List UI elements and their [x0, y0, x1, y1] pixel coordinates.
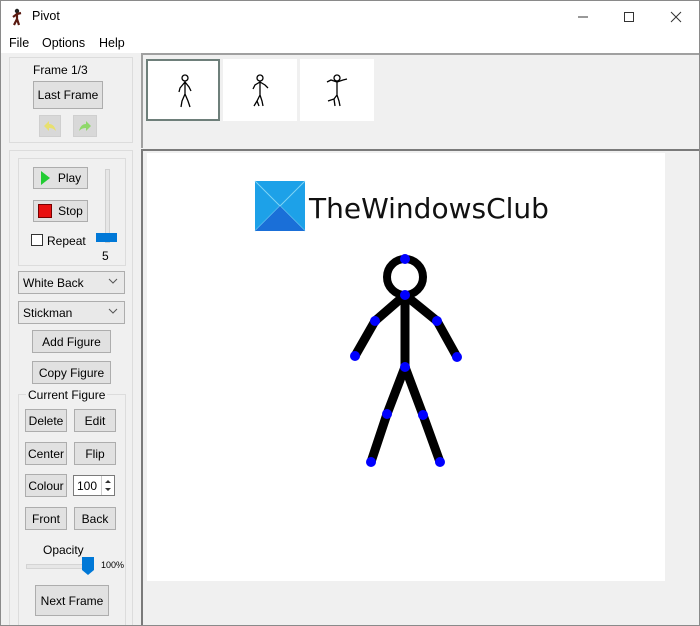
- front-button[interactable]: Front: [25, 507, 67, 530]
- current-figure-title: Current Figure: [26, 388, 108, 402]
- add-figure-button[interactable]: Add Figure: [32, 330, 111, 353]
- menu-file[interactable]: File: [9, 36, 29, 50]
- stop-label: Stop: [58, 204, 83, 218]
- window-title: Pivot: [32, 9, 60, 23]
- stage-area: TheWindowsClub: [141, 149, 699, 625]
- center-label: Center: [27, 446, 65, 461]
- repeat-label: Repeat: [47, 234, 86, 248]
- stickman-app-icon: [12, 8, 22, 26]
- canvas-drawing: TheWindowsClub: [254, 180, 549, 467]
- stickman-thumbnail-icon: [178, 74, 192, 108]
- colour-button[interactable]: Colour: [25, 474, 67, 497]
- repeat-checkbox[interactable]: [31, 234, 43, 246]
- stickman-thumbnail-icon: [252, 74, 269, 107]
- figure-type-select-value: Stickman: [23, 305, 73, 320]
- joint-handle[interactable]: [432, 316, 442, 326]
- play-label: Play: [57, 171, 82, 185]
- maximize-icon: [624, 11, 634, 22]
- redo-button[interactable]: [73, 115, 97, 137]
- size-value: 100: [77, 479, 98, 493]
- play-button[interactable]: Play: [33, 167, 88, 189]
- pivot-window: Pivot File Options Help Frame 1/3 Last F…: [0, 0, 700, 626]
- thewindowsclub-logo-icon: [254, 180, 306, 232]
- back-button[interactable]: Back: [74, 507, 116, 530]
- stop-icon: [38, 204, 53, 218]
- close-icon: [670, 11, 682, 22]
- back-label: Back: [81, 511, 109, 526]
- minimize-icon: [578, 16, 588, 17]
- frame-counter: Frame 1/3: [33, 63, 88, 77]
- minimize-button[interactable]: [560, 1, 606, 32]
- close-button[interactable]: [653, 1, 699, 32]
- background-select[interactable]: White Back: [18, 271, 125, 294]
- figure-type-select[interactable]: Stickman: [18, 301, 125, 324]
- flip-label: Flip: [85, 446, 105, 461]
- delete-button[interactable]: Delete: [25, 409, 67, 432]
- add-figure-label: Add Figure: [42, 334, 101, 349]
- stickman-figure[interactable]: [350, 254, 462, 467]
- frame-thumbnail-3[interactable]: [300, 59, 374, 121]
- opacity-value: 100%: [101, 560, 125, 570]
- joint-handle[interactable]: [452, 352, 462, 362]
- undo-arrow-icon: [44, 121, 56, 131]
- joint-handle[interactable]: [400, 290, 410, 300]
- next-frame-button[interactable]: Next Frame: [35, 585, 109, 616]
- chevron-down-icon: [108, 278, 118, 284]
- chevron-down-icon: [108, 308, 118, 314]
- last-frame-button[interactable]: Last Frame: [33, 81, 103, 109]
- stickman-thumbnail-icon: [326, 74, 348, 107]
- animation-canvas[interactable]: TheWindowsClub: [147, 153, 665, 581]
- joint-handle[interactable]: [400, 362, 410, 372]
- copy-figure-button[interactable]: Copy Figure: [32, 361, 111, 384]
- frame-thumbnail-strip: [141, 53, 699, 148]
- frame-thumbnail-2[interactable]: [223, 59, 297, 121]
- menu-bar: File Options Help: [1, 32, 699, 53]
- title-bar: Pivot: [1, 1, 699, 32]
- background-select-value: White Back: [23, 275, 84, 290]
- flip-button[interactable]: Flip: [74, 442, 116, 465]
- stop-button[interactable]: Stop: [33, 200, 88, 222]
- joint-handle[interactable]: [350, 351, 360, 361]
- redo-arrow-icon: [79, 121, 91, 131]
- delete-label: Delete: [28, 413, 64, 428]
- joint-handle[interactable]: [418, 410, 428, 420]
- next-frame-label: Next Frame: [40, 593, 104, 608]
- copy-figure-label: Copy Figure: [38, 365, 105, 380]
- frame-thumbnail-1[interactable]: [146, 59, 220, 121]
- spin-up-down-icon: [105, 480, 111, 491]
- spin-buttons[interactable]: [101, 476, 114, 495]
- maximize-button[interactable]: [606, 1, 652, 32]
- opacity-label: Opacity: [43, 543, 84, 557]
- front-label: Front: [31, 511, 60, 526]
- menu-help[interactable]: Help: [99, 36, 125, 50]
- joint-handle[interactable]: [366, 457, 376, 467]
- center-button[interactable]: Center: [25, 442, 67, 465]
- joint-handle[interactable]: [435, 457, 445, 467]
- joint-handle[interactable]: [370, 316, 380, 326]
- opacity-slider-thumb[interactable]: [82, 557, 94, 575]
- speed-slider-track[interactable]: [105, 169, 110, 243]
- play-icon: [40, 171, 50, 185]
- speed-value: 5: [102, 249, 109, 263]
- colour-label: Colour: [28, 478, 64, 493]
- menu-options[interactable]: Options: [42, 36, 85, 50]
- undo-button[interactable]: [39, 115, 61, 137]
- control-panel: Frame 1/3 Last Frame Play Stop Repeat 5 …: [1, 53, 139, 625]
- size-spinbox[interactable]: 100: [73, 475, 115, 496]
- speed-slider-thumb[interactable]: [96, 233, 117, 242]
- edit-button[interactable]: Edit: [74, 409, 116, 432]
- joint-handle[interactable]: [382, 409, 392, 419]
- watermark-text: TheWindowsClub: [308, 192, 549, 225]
- edit-label: Edit: [84, 413, 106, 428]
- last-frame-label: Last Frame: [37, 88, 99, 102]
- joint-handle[interactable]: [400, 254, 410, 264]
